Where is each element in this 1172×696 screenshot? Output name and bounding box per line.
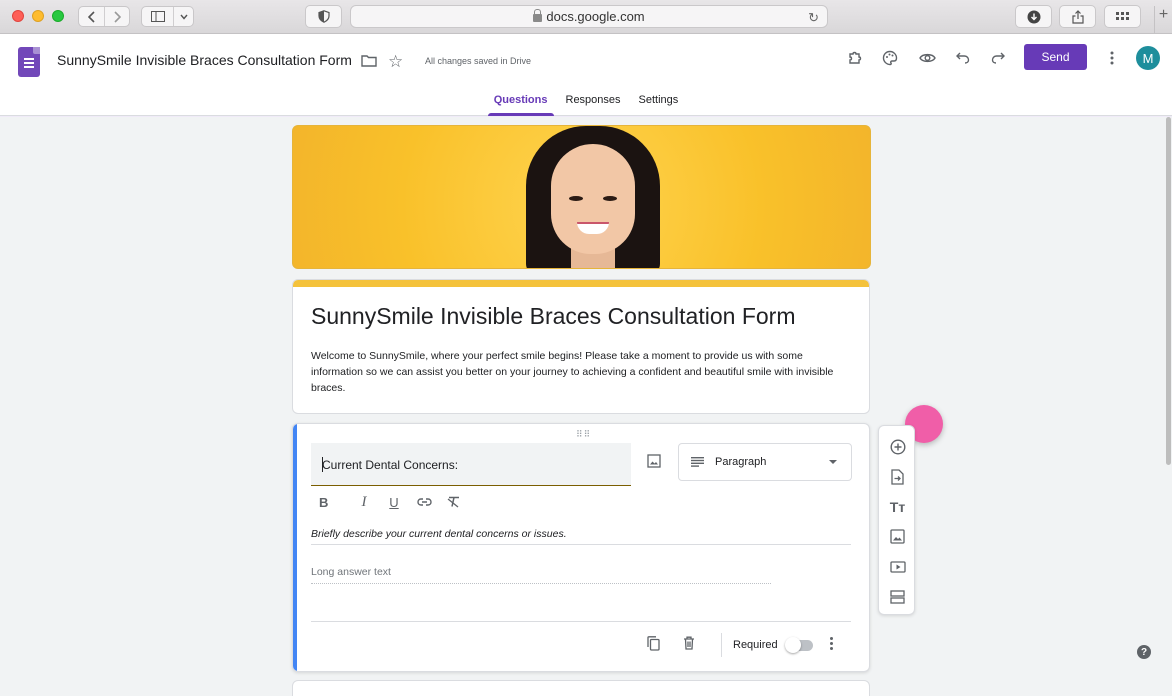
- new-tab-button[interactable]: +: [1154, 6, 1172, 34]
- customize-theme-button[interactable]: [880, 48, 900, 68]
- question-title-input[interactable]: Current Dental Concerns:: [311, 443, 631, 486]
- lock-icon: [533, 8, 543, 22]
- reload-icon[interactable]: ↻: [808, 10, 819, 26]
- undo-icon: [956, 52, 970, 64]
- history-nav: [78, 6, 130, 27]
- add-question-icon[interactable]: [888, 437, 907, 456]
- link-icon[interactable]: [409, 493, 439, 511]
- sidebar-toggle-button[interactable]: [142, 7, 173, 26]
- header-image: [292, 125, 871, 269]
- footer-separator: [721, 633, 722, 657]
- underline-icon[interactable]: U: [379, 493, 409, 511]
- tab-responses[interactable]: Responses: [560, 90, 627, 116]
- form-title-card[interactable]: SunnySmile Invisible Braces Consultation…: [292, 279, 870, 414]
- redo-button[interactable]: [988, 48, 1008, 68]
- import-questions-icon[interactable]: [888, 467, 907, 486]
- folder-icon[interactable]: [361, 54, 377, 72]
- italic-icon[interactable]: I: [349, 493, 379, 511]
- add-video-icon[interactable]: [888, 557, 907, 576]
- floating-toolbar: Tт: [878, 425, 915, 615]
- chevron-right-icon: [114, 10, 121, 23]
- close-window-button[interactable]: [12, 10, 24, 22]
- zoom-window-button[interactable]: [52, 10, 64, 22]
- palette-icon: [882, 50, 898, 66]
- form-tabs: Questions Responses Settings: [0, 90, 1172, 116]
- form-description[interactable]: Welcome to SunnySmile, where your perfec…: [311, 348, 841, 396]
- question-description[interactable]: Briefly describe your current dental con…: [311, 528, 851, 545]
- document-title[interactable]: SunnySmile Invisible Braces Consultation…: [57, 52, 352, 68]
- chevron-down-icon: [179, 14, 188, 20]
- undo-button[interactable]: [953, 48, 973, 68]
- add-image-icon[interactable]: [647, 454, 661, 473]
- next-question-card[interactable]: [292, 680, 870, 696]
- forward-button[interactable]: [104, 7, 129, 26]
- duplicate-question-icon[interactable]: [647, 636, 660, 656]
- form-editor-canvas: SunnySmile Invisible Braces Consultation…: [0, 117, 1164, 696]
- tab-settings[interactable]: Settings: [633, 90, 685, 116]
- formatting-toolbar: B I U: [319, 493, 469, 511]
- puzzle-icon: [849, 51, 862, 64]
- share-icon: [1071, 9, 1084, 24]
- page-scrollbar[interactable]: [1164, 117, 1172, 696]
- required-toggle[interactable]: [785, 637, 813, 653]
- url-text: docs.google.com: [546, 9, 645, 24]
- account-avatar[interactable]: M: [1136, 46, 1160, 70]
- drag-handle-icon[interactable]: ⠿⠿: [576, 429, 591, 440]
- tab-overview-button[interactable]: [1104, 5, 1141, 28]
- delete-question-icon[interactable]: [683, 636, 695, 655]
- grid-icon: [1116, 12, 1129, 20]
- form-title[interactable]: SunnySmile Invisible Braces Consultation…: [311, 303, 795, 330]
- download-icon: [1027, 10, 1040, 23]
- google-forms-logo-icon[interactable]: [18, 47, 40, 77]
- sidebar-menu-button[interactable]: [173, 7, 193, 26]
- redo-icon: [991, 52, 1005, 64]
- bold-icon[interactable]: B: [319, 493, 349, 511]
- addons-button[interactable]: [845, 48, 865, 68]
- privacy-report-button[interactable]: [305, 5, 342, 28]
- question-card[interactable]: ⠿⠿ Current Dental Concerns: Paragraph B …: [292, 423, 870, 672]
- downloads-button[interactable]: [1015, 5, 1052, 28]
- scrollbar-thumb[interactable]: [1166, 117, 1171, 465]
- save-status: All changes saved in Drive: [425, 56, 532, 66]
- question-type-label: Paragraph: [715, 456, 767, 468]
- minimize-window-button[interactable]: [32, 10, 44, 22]
- eye-icon: [918, 53, 936, 63]
- answer-preview: Long answer text: [311, 566, 771, 584]
- back-button[interactable]: [79, 7, 104, 26]
- caret-down-icon: [829, 460, 837, 464]
- browser-toolbar: docs.google.com ↻ +: [0, 0, 1172, 34]
- question-more-icon[interactable]: [830, 637, 834, 651]
- preview-button[interactable]: [917, 48, 937, 68]
- more-options-button[interactable]: [1102, 48, 1122, 68]
- add-title-icon[interactable]: Tт: [888, 497, 907, 516]
- clear-formatting-icon[interactable]: [439, 493, 469, 511]
- add-section-icon[interactable]: [888, 587, 907, 606]
- address-bar[interactable]: docs.google.com ↻: [350, 5, 828, 28]
- help-icon[interactable]: ?: [1137, 645, 1151, 659]
- forms-header: SunnySmile Invisible Braces Consultation…: [0, 34, 1172, 116]
- sidebar-toggle-group: [141, 6, 194, 27]
- send-button[interactable]: Send: [1024, 44, 1087, 70]
- question-type-select[interactable]: Paragraph: [678, 443, 852, 481]
- required-label: Required: [733, 639, 778, 651]
- tab-questions[interactable]: Questions: [487, 90, 554, 116]
- shield-icon: [317, 10, 330, 23]
- star-icon[interactable]: ☆: [388, 53, 403, 70]
- sidebar-icon: [150, 11, 165, 22]
- more-vert-icon: [1110, 51, 1114, 65]
- share-button[interactable]: [1059, 5, 1096, 28]
- add-image-tool-icon[interactable]: [888, 527, 907, 546]
- chevron-left-icon: [87, 10, 95, 23]
- divider: [311, 621, 851, 622]
- paragraph-icon: [691, 457, 704, 467]
